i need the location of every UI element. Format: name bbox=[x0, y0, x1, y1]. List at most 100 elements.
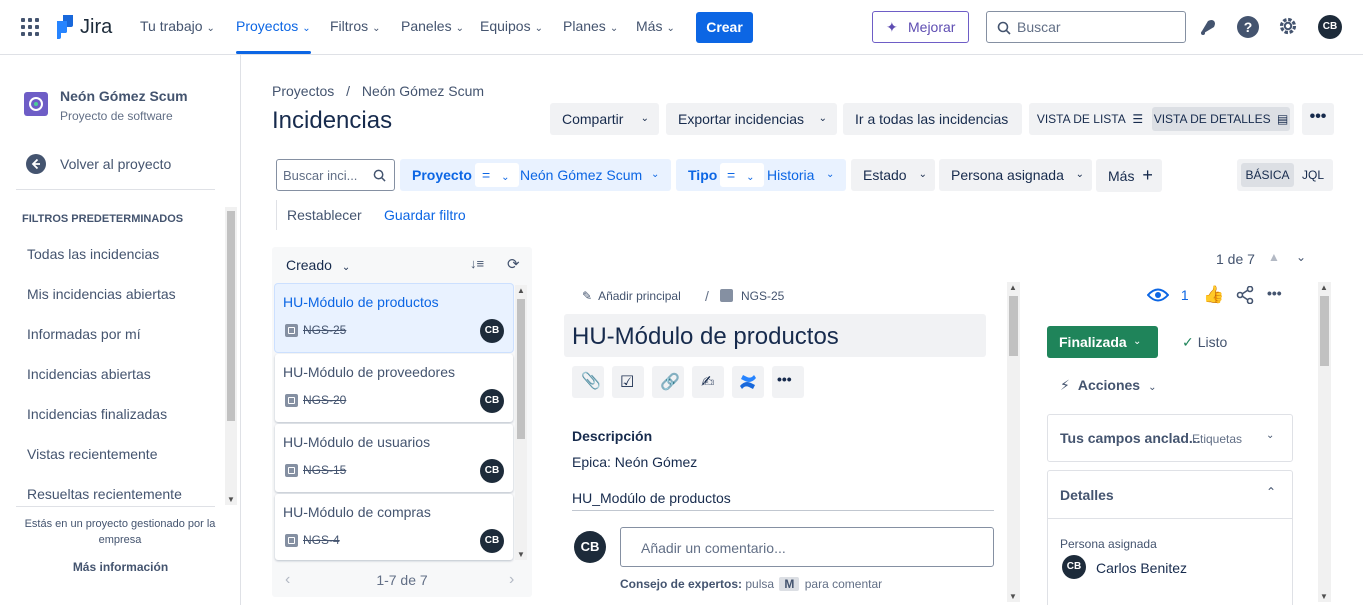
pinned-fields-panel[interactable]: Tus campos anclad... Etiquetas ⌄ bbox=[1047, 414, 1293, 462]
scroll-up-icon[interactable]: ▲ bbox=[1320, 283, 1328, 292]
description-line-2[interactable]: HU_Modúlo de productos bbox=[572, 490, 731, 506]
project-filter[interactable]: Proyecto = ⌄ Neón Gómez Scum ⌄ bbox=[400, 159, 671, 191]
next-issue-icon[interactable]: ⌄ bbox=[1296, 250, 1306, 264]
settings-gear-icon[interactable] bbox=[1277, 15, 1299, 37]
add-parent-button[interactable]: ✎ Añadir principal bbox=[582, 289, 681, 303]
issue-key: NGS-20 bbox=[303, 393, 347, 407]
back-to-project-link[interactable]: Volver al proyecto bbox=[60, 156, 171, 172]
scroll-down-icon[interactable]: ▼ bbox=[517, 550, 525, 559]
nav-filtros[interactable]: Filtros ⌄ bbox=[330, 18, 381, 34]
link-issue-button[interactable]: 🔗 bbox=[652, 366, 684, 398]
attach-button[interactable]: 📎 bbox=[572, 366, 604, 398]
back-arrow-icon[interactable] bbox=[26, 154, 46, 174]
next-page-icon[interactable]: › bbox=[509, 571, 514, 589]
jql-mode-button[interactable]: JQL bbox=[1297, 163, 1329, 187]
nav-mas[interactable]: Más ⌄ bbox=[636, 18, 675, 34]
project-name[interactable]: Neón Gómez Scum bbox=[60, 88, 188, 104]
vote-thumb-icon[interactable]: 👍 bbox=[1203, 285, 1224, 305]
issue-card-3[interactable]: HU-Módulo de compras NGS-4 CB bbox=[275, 494, 513, 560]
sidebar-scrollbar[interactable]: ▼ bbox=[225, 207, 237, 505]
user-avatar[interactable]: CB bbox=[1318, 15, 1342, 39]
breadcrumb-projects[interactable]: Proyectos bbox=[272, 83, 334, 99]
filter-reported-by-me[interactable]: Informadas por mí bbox=[27, 326, 141, 342]
watch-button[interactable]: 1 bbox=[1147, 286, 1189, 306]
issue-key-link[interactable]: NGS-25 bbox=[720, 289, 784, 303]
export-issues-button[interactable]: Exportar incidencias ⌄ bbox=[666, 103, 837, 135]
issue-list-scroll-thumb[interactable] bbox=[517, 299, 525, 439]
chevron-down-icon: ⌄ bbox=[1266, 430, 1275, 441]
detail-scrollbar[interactable]: ▲ ▼ bbox=[1007, 282, 1020, 602]
filter-done[interactable]: Incidencias finalizadas bbox=[27, 406, 167, 422]
issue-card-2[interactable]: HU-Módulo de usuarios NGS-15 CB bbox=[275, 424, 513, 492]
filter-all-issues[interactable]: Todas las incidencias bbox=[27, 246, 159, 262]
project-operator[interactable]: = ⌄ bbox=[475, 163, 519, 187]
jira-logo[interactable]: Jira bbox=[52, 14, 112, 40]
comment-input[interactable]: Añadir un comentario... bbox=[620, 527, 994, 567]
nav-tu-trabajo[interactable]: Tu trabajo ⌄ bbox=[140, 18, 215, 34]
search-input[interactable]: Buscar bbox=[986, 11, 1186, 43]
issue-list-scrollbar[interactable]: ▲ ▼ bbox=[515, 285, 527, 560]
nav-paneles[interactable]: Paneles ⌄ bbox=[401, 18, 464, 34]
filter-open[interactable]: Incidencias abiertas bbox=[27, 366, 151, 382]
scroll-down-icon[interactable]: ▼ bbox=[1320, 592, 1328, 601]
whiteboard-button[interactable]: ✍ bbox=[692, 366, 724, 398]
prev-page-icon[interactable]: ‹ bbox=[285, 571, 290, 589]
notifications-icon[interactable] bbox=[1198, 17, 1218, 37]
breadcrumb-project[interactable]: Neón Gómez Scum bbox=[362, 83, 484, 99]
issue-card-1[interactable]: HU-Módulo de proveedores NGS-20 CB bbox=[275, 354, 513, 422]
previous-issue-icon[interactable]: ▲ bbox=[1268, 250, 1280, 264]
issue-card-0[interactable]: HU-Módulo de productos NGS-25 CB bbox=[275, 284, 513, 352]
filter-recently-resolved[interactable]: Resueltas recientemente bbox=[27, 486, 182, 502]
scroll-down-icon[interactable]: ▼ bbox=[227, 495, 235, 504]
watcher-count: 1 bbox=[1180, 287, 1189, 303]
issue-search-input[interactable]: Buscar inci... bbox=[276, 159, 395, 191]
add-subtask-button[interactable]: ☑ bbox=[612, 366, 644, 398]
share-icon[interactable] bbox=[1236, 286, 1254, 304]
sort-order-icon[interactable]: ↓≡ bbox=[470, 256, 484, 271]
scroll-down-icon[interactable]: ▼ bbox=[1009, 592, 1017, 601]
nav-planes[interactable]: Planes ⌄ bbox=[563, 18, 618, 34]
nav-proyectos[interactable]: Proyectos ⌄ bbox=[236, 18, 311, 54]
detail-view-button[interactable]: VISTA DE DETALLES ▤ bbox=[1152, 107, 1290, 131]
right-panel-scroll-thumb[interactable] bbox=[1320, 296, 1329, 366]
reset-button[interactable]: Restablecer bbox=[287, 207, 362, 223]
basic-mode-button[interactable]: BÁSICA bbox=[1241, 163, 1294, 187]
type-filter[interactable]: Tipo = ⌄ Historia ⌄ bbox=[676, 159, 846, 191]
details-header[interactable]: Detalles ⌃ bbox=[1048, 471, 1292, 519]
filter-my-open[interactable]: Mis incidencias abiertas bbox=[27, 286, 176, 302]
create-button[interactable]: Crear bbox=[696, 12, 753, 43]
sort-dropdown[interactable]: Creado ⌄ bbox=[286, 257, 350, 273]
right-panel-scrollbar[interactable]: ▲ ▼ bbox=[1318, 282, 1331, 602]
type-operator[interactable]: = ⌄ bbox=[720, 163, 764, 187]
status-dropdown[interactable]: Finalizada ⌄ bbox=[1047, 326, 1158, 358]
assignee-filter[interactable]: Persona asignada ⌄ bbox=[939, 159, 1092, 191]
improve-button[interactable]: ✦ Mejorar bbox=[872, 11, 969, 43]
eye-icon bbox=[1147, 288, 1169, 302]
nav-equipos[interactable]: Equipos ⌄ bbox=[480, 18, 543, 34]
more-icon[interactable]: ••• bbox=[1267, 285, 1282, 301]
more-actions-button[interactable]: ••• bbox=[1302, 103, 1334, 135]
filter-recently-viewed[interactable]: Vistas recientemente bbox=[27, 446, 157, 462]
detail-scroll-thumb[interactable] bbox=[1009, 296, 1018, 356]
save-filter-button[interactable]: Guardar filtro bbox=[384, 207, 466, 223]
commenter-avatar: CB bbox=[574, 531, 606, 563]
description-line-1[interactable]: Epica: Neón Gómez bbox=[572, 454, 697, 470]
assignee-name[interactable]: Carlos Benitez bbox=[1096, 560, 1187, 576]
help-icon[interactable]: ? bbox=[1237, 16, 1259, 38]
share-button[interactable]: Compartir ⌄ bbox=[550, 103, 659, 135]
more-info-link[interactable]: Más información bbox=[0, 560, 241, 574]
goto-all-issues-button[interactable]: Ir a todas las incidencias bbox=[843, 103, 1022, 135]
scroll-up-icon[interactable]: ▲ bbox=[1009, 283, 1017, 292]
refresh-icon[interactable]: ⟳ bbox=[507, 255, 520, 273]
more-issue-actions-button[interactable]: ••• bbox=[772, 366, 804, 398]
issue-title-field[interactable]: HU-Módulo de productos bbox=[564, 314, 986, 357]
actions-dropdown[interactable]: ⚡ Acciones ⌄ bbox=[1060, 377, 1156, 394]
status-filter[interactable]: Estado ⌄ bbox=[851, 159, 935, 191]
more-filters-button[interactable]: Más + bbox=[1096, 159, 1162, 192]
confluence-button[interactable] bbox=[732, 366, 764, 398]
scroll-up-icon[interactable]: ▲ bbox=[517, 286, 525, 295]
list-view-button[interactable]: VISTA DE LISTA ☰ bbox=[1029, 107, 1151, 131]
app-switcher-icon[interactable] bbox=[21, 18, 39, 36]
issue-key: NGS-25 bbox=[303, 323, 347, 337]
sidebar-scroll-thumb[interactable] bbox=[227, 211, 235, 421]
